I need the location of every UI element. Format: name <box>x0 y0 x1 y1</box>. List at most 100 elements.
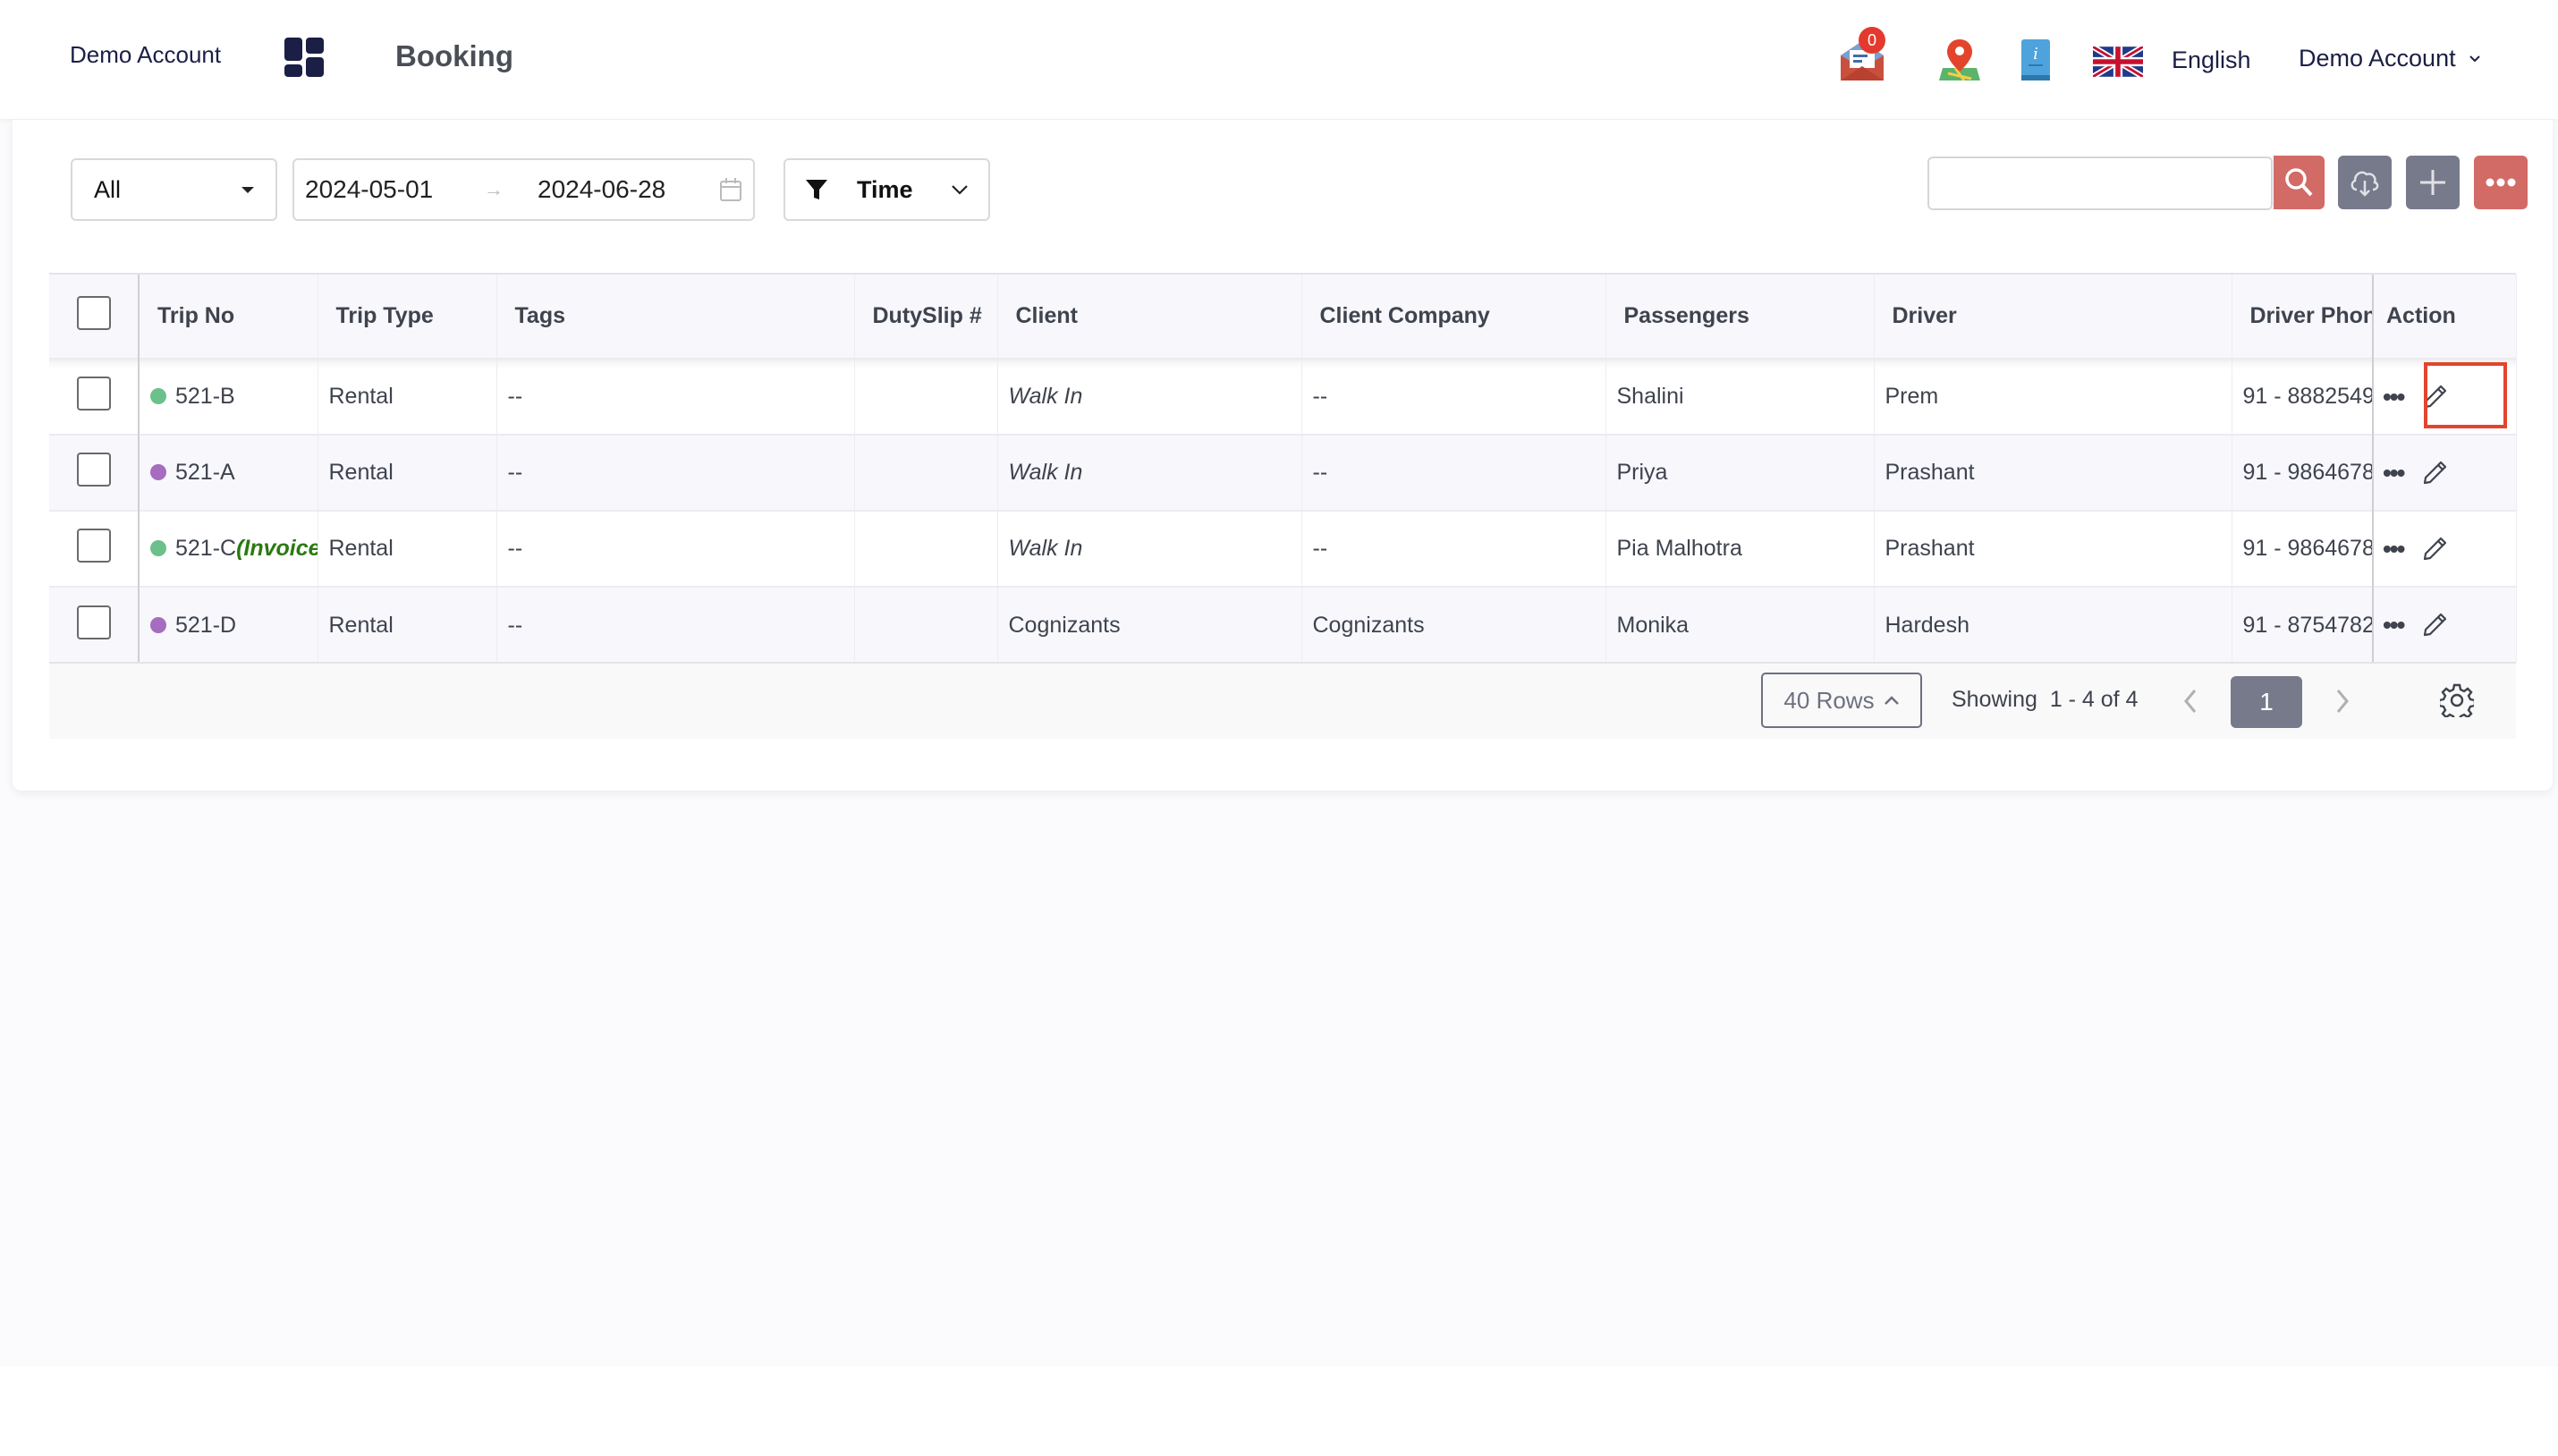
map-pin-icon[interactable] <box>1939 38 1980 80</box>
account-menu[interactable]: Demo Account <box>2299 45 2481 72</box>
previous-page-icon[interactable] <box>2181 687 2200 715</box>
action-cell: ••• <box>2373 434 2517 511</box>
column-header-client[interactable]: Client <box>997 275 1302 359</box>
top-navigation-bar: Demo Account Booking 0 i English Demo Ac… <box>0 0 2558 119</box>
driver-phone-cell: 91 - 98646782 <box>2232 434 2374 511</box>
search-button[interactable] <box>2274 156 2325 209</box>
row-select-cell <box>49 358 140 435</box>
status-dot <box>150 464 166 480</box>
next-page-icon[interactable] <box>2333 687 2352 715</box>
date-from-input[interactable]: 2024-05-01 <box>305 175 484 204</box>
dutyslip-cell <box>854 358 998 435</box>
info-book-icon[interactable]: i <box>2020 39 2052 80</box>
more-options-button[interactable] <box>2474 156 2528 209</box>
date-range-picker[interactable]: 2024-05-01 → 2024-06-28 <box>292 158 755 221</box>
row-checkbox[interactable] <box>76 605 111 639</box>
gear-icon[interactable] <box>2440 683 2474 717</box>
passengers-cell: Monika <box>1605 586 1875 663</box>
status-filter-select[interactable]: All <box>71 158 277 221</box>
driver-cell: Prashant <box>1874 510 2232 587</box>
plus-icon <box>2420 170 2445 195</box>
trip-type-cell: Rental <box>318 434 497 511</box>
column-header-dutyslip[interactable]: DutySlip # <box>854 275 998 359</box>
column-header-driver-phone[interactable]: Driver Phon <box>2232 275 2374 359</box>
table-header-row: Trip No Trip Type Tags DutySlip # Client… <box>49 275 2517 359</box>
arrow-right-icon: → <box>484 178 504 200</box>
dutyslip-cell <box>854 586 998 663</box>
trip-no[interactable]: 521-D <box>175 613 236 638</box>
tags-cell: -- <box>496 586 855 663</box>
client-cell: Walk In <box>997 434 1302 511</box>
select-all-cell <box>49 275 140 359</box>
date-to-input[interactable]: 2024-06-28 <box>538 175 719 204</box>
driver-phone-cell: 91 - 88825493 <box>2232 358 2374 435</box>
add-booking-button[interactable] <box>2406 156 2460 209</box>
tags-cell: -- <box>496 358 855 435</box>
trip-no[interactable]: 521-A <box>175 460 235 485</box>
action-cell: ••• <box>2373 358 2517 435</box>
table-row[interactable]: 521-C(Invoiced)Rental--Walk In--Pia Malh… <box>49 510 2517 587</box>
driver-cell: Hardesh <box>1874 586 2232 663</box>
apps-grid-icon[interactable] <box>284 38 324 77</box>
status-filter-value: All <box>94 175 122 203</box>
download-button[interactable] <box>2338 156 2392 209</box>
edit-pencil-icon[interactable] <box>2419 610 2450 640</box>
more-icon[interactable]: ••• <box>2383 383 2405 411</box>
table-footer <box>49 662 2516 739</box>
passengers-cell: Pia Malhotra <box>1605 510 1875 587</box>
driver-phone-cell: 91 - 87547824 <box>2232 586 2374 663</box>
action-cell: ••• <box>2373 586 2517 663</box>
edit-pencil-icon[interactable] <box>2419 382 2450 412</box>
driver-phone-cell: 91 - 98646782 <box>2232 510 2374 587</box>
edit-pencil-icon[interactable] <box>2419 534 2450 564</box>
column-header-driver[interactable]: Driver <box>1874 275 2232 359</box>
trip-no-cell[interactable]: 521-A <box>139 434 318 511</box>
row-checkbox[interactable] <box>76 529 111 563</box>
account-name: Demo Account <box>2299 45 2456 72</box>
trip-type-cell: Rental <box>318 510 497 587</box>
column-header-trip-no[interactable]: Trip No <box>139 275 318 359</box>
column-header-trip-type[interactable]: Trip Type <box>318 275 497 359</box>
trip-no-cell[interactable]: 521-C(Invoiced) <box>139 510 318 587</box>
action-cell: ••• <box>2373 510 2517 587</box>
table-row[interactable]: 521-A Rental -- Walk In -- Priya Prashant 91 - … <box>49 434 2517 511</box>
time-filter-dropdown[interactable]: Time <box>783 158 990 221</box>
cloud-download-icon <box>2350 171 2379 197</box>
more-icon[interactable]: ••• <box>2383 535 2405 563</box>
uk-flag-icon[interactable] <box>2093 47 2143 77</box>
column-header-tags[interactable]: Tags <box>496 275 855 359</box>
trip-no-cell[interactable]: 521-B <box>139 358 318 435</box>
column-header-passengers[interactable]: Passengers <box>1605 275 1875 359</box>
more-icon[interactable]: ••• <box>2383 459 2405 487</box>
brand-account-name[interactable]: Demo Account <box>70 41 221 69</box>
client-cell: Cognizants <box>997 586 1302 663</box>
filter-funnel-icon <box>806 180 827 199</box>
column-header-client-company[interactable]: Client Company <box>1301 275 1606 359</box>
select-all-checkbox[interactable] <box>76 296 111 330</box>
search-input[interactable] <box>1927 157 2273 210</box>
edit-pencil-icon[interactable] <box>2419 458 2450 488</box>
client-company-cell: -- <box>1301 434 1606 511</box>
page-button-current[interactable]: 1 <box>2231 676 2302 728</box>
client-company-cell: -- <box>1301 358 1606 435</box>
trip-no-cell[interactable]: 521-D <box>139 586 318 663</box>
calendar-icon[interactable] <box>719 177 742 202</box>
row-checkbox[interactable] <box>76 453 111 487</box>
trip-no[interactable]: 521-C <box>175 536 236 561</box>
table-row[interactable]: 521-D Rental -- Cognizants Cognizants Monika H… <box>49 586 2517 663</box>
client-cell: Walk In <box>997 510 1302 587</box>
trip-no[interactable]: 521-B <box>175 384 235 409</box>
status-dot <box>150 616 166 633</box>
dutyslip-cell <box>854 510 998 587</box>
chevron-up-icon <box>1884 696 1899 705</box>
driver-cell: Prem <box>1874 358 2232 435</box>
chevron-down-icon <box>952 185 968 195</box>
rows-per-page-select[interactable]: 40 Rows <box>1761 673 1922 728</box>
more-icon <box>2486 178 2516 187</box>
driver-cell: Prashant <box>1874 434 2232 511</box>
showing-range: 1 - 4 of 4 <box>2049 687 2139 712</box>
language-selector[interactable]: English <box>2172 47 2251 74</box>
table-row[interactable]: 521-B Rental -- Walk In -- Shalini Prem 91 - 88… <box>49 358 2517 435</box>
row-checkbox[interactable] <box>76 377 111 411</box>
more-icon[interactable]: ••• <box>2383 611 2405 639</box>
